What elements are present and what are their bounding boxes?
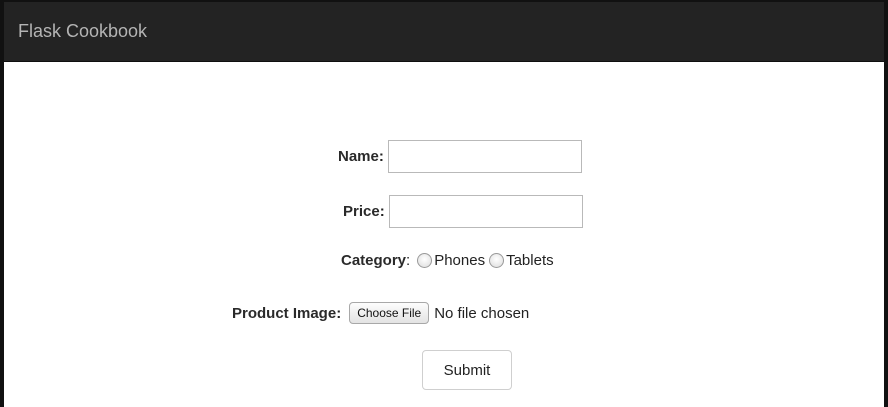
radio-label-phones[interactable]: Phones (434, 252, 485, 269)
name-row: Name: (338, 140, 582, 173)
radio-phones[interactable] (417, 253, 433, 268)
product-image-label: Product Image (232, 304, 337, 322)
name-input[interactable] (387, 140, 582, 173)
price-row: Price: (343, 195, 583, 228)
price-input[interactable] (388, 195, 583, 228)
submit-button[interactable]: Submit (422, 350, 512, 390)
navbar: Flask Cookbook (4, 2, 884, 62)
navbar-brand[interactable]: Flask Cookbook (18, 21, 147, 42)
category-label-colon: : (406, 252, 411, 269)
file-status-text: No file chosen (434, 304, 530, 322)
category-row: Category: Phones Tablets (341, 252, 554, 269)
name-label: Name (338, 148, 379, 165)
choose-file-button[interactable]: Choose File (349, 302, 430, 324)
price-label: Price (343, 203, 380, 220)
product-image-row: Product Image: Choose File No file chose… (232, 302, 529, 324)
radio-tablets[interactable] (489, 253, 505, 268)
radio-label-tablets[interactable]: Tablets (506, 252, 554, 269)
product-image-label-colon: : (336, 304, 342, 322)
category-label: Category (341, 252, 407, 269)
browser-frame: Flask Cookbook Name: Price: Category: Ph… (0, 0, 888, 407)
price-label-colon: : (379, 203, 385, 220)
name-label-colon: : (378, 148, 384, 165)
